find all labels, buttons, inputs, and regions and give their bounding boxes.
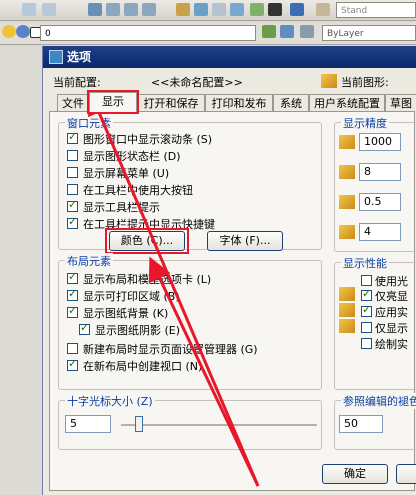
annotation-arrows [88,90,260,487]
display-tab-highlight [87,90,139,114]
arrow-to-color-button [148,256,260,487]
arrow-to-display-tab [88,90,260,487]
